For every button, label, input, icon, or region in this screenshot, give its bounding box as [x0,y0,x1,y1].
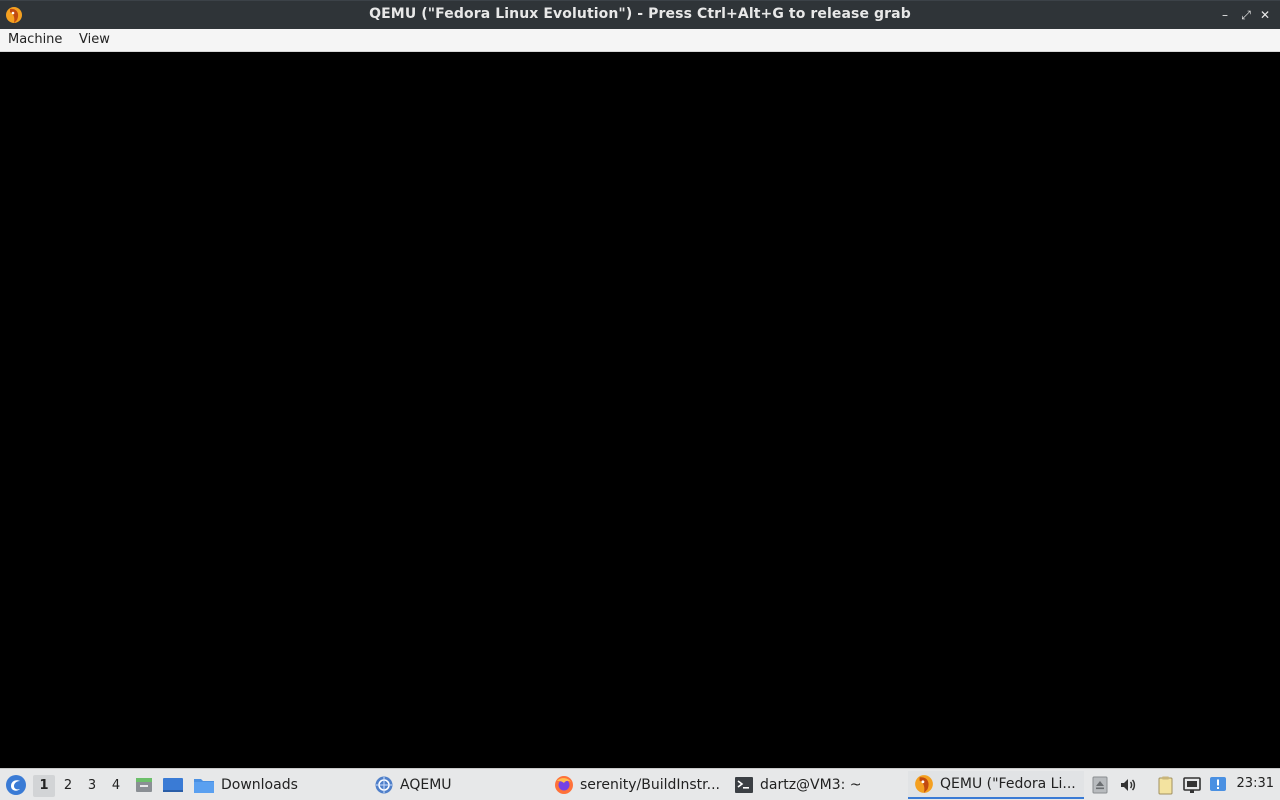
task-label: QEMU ("Fedora Li... [940,776,1076,792]
vm-display[interactable] [0,52,1280,768]
task-aqemu[interactable]: AQEMU [374,771,544,799]
firefox-icon [555,776,573,794]
terminal-icon [735,777,753,793]
window-title: QEMU ("Fedora Linux Evolution") - Press … [369,6,911,22]
show-desktop-icon[interactable] [162,775,184,795]
desktop-1[interactable]: 1 [33,775,55,797]
folder-icon [194,779,214,793]
menubar: Machine View [0,29,1280,52]
aqemu-icon [375,776,393,794]
task-label: Downloads [221,777,298,793]
close-button[interactable]: ✕ [1258,7,1272,23]
minimize-button[interactable]: – [1218,7,1232,23]
task-qemu[interactable]: QEMU ("Fedora Li... [908,771,1084,799]
task-downloads[interactable]: Downloads [193,771,363,799]
lxqt-start-icon[interactable] [5,774,27,796]
task-label: AQEMU [400,777,452,793]
network-icon[interactable] [1182,775,1202,795]
eject-icon[interactable] [1090,775,1110,795]
task-label: dartz@VM3: ~ [760,777,862,793]
desktop-2[interactable]: 2 [57,775,79,797]
maximize-button[interactable]: ⤢ [1239,7,1253,23]
desktop-4[interactable]: 4 [105,775,127,797]
window-titlebar[interactable]: QEMU ("Fedora Linux Evolution") - Press … [0,0,1280,29]
desktop-3[interactable]: 3 [81,775,103,797]
file-manager-icon[interactable] [134,775,154,795]
update-notifier-icon[interactable] [1208,775,1228,795]
clock[interactable]: 23:31 [1237,776,1274,791]
task-terminal[interactable]: dartz@VM3: ~ [734,771,904,799]
volume-icon[interactable] [1118,775,1138,795]
menu-machine[interactable]: Machine [8,32,62,47]
qemu-icon [915,775,933,793]
task-firefox[interactable]: serenity/BuildInstr... [554,771,724,799]
taskbar: 1 2 3 4 Downloads AQEMU serenity/BuildIn… [0,768,1280,800]
clipboard-icon[interactable] [1155,775,1175,795]
menu-view[interactable]: View [79,32,110,47]
task-label: serenity/BuildInstr... [580,777,720,793]
